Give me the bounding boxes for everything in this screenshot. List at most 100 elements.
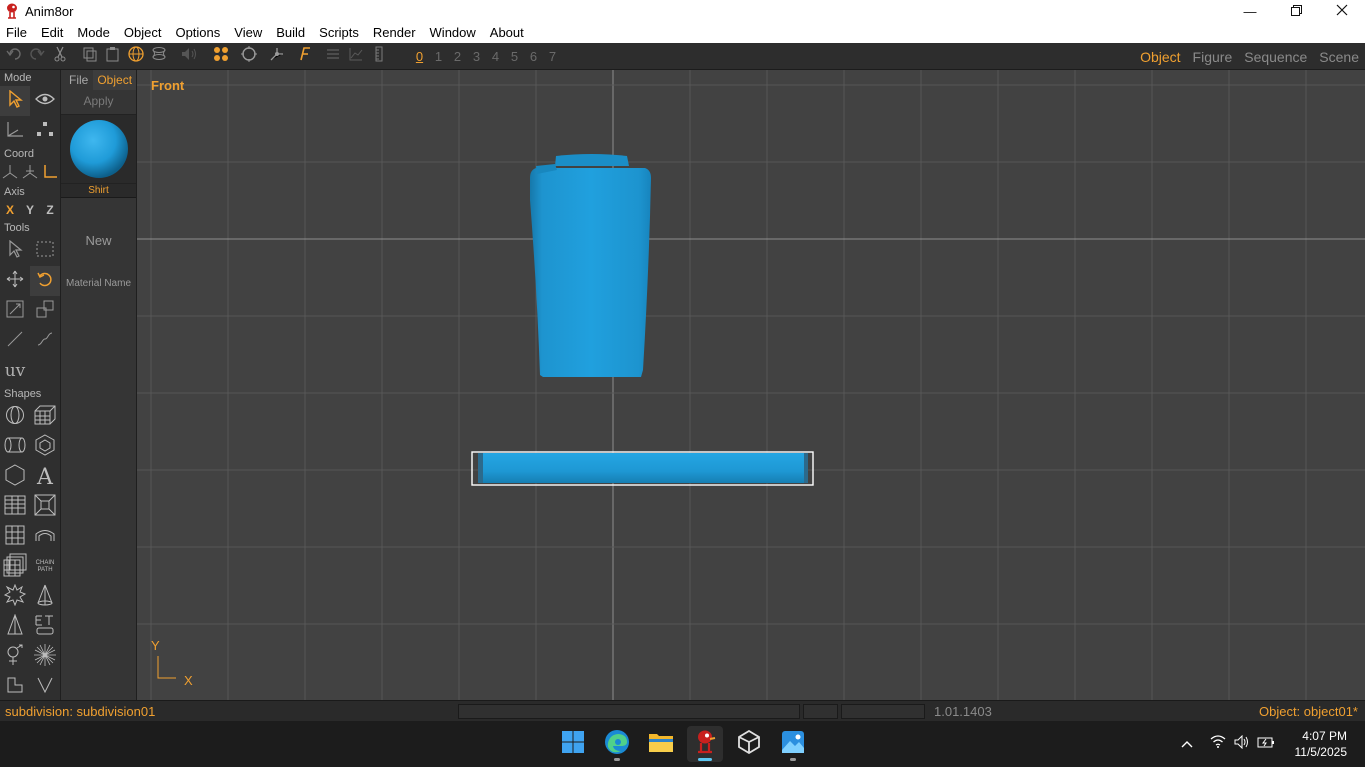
axis-mode-button[interactable] [0,116,30,146]
curve-tool-button[interactable] [30,326,60,356]
scale-tool-button[interactable] [0,296,30,326]
geosphere-shape-button[interactable] [30,432,60,462]
text-shape-button[interactable]: A [30,462,60,492]
sound-button[interactable] [178,45,200,67]
menu-render[interactable]: Render [366,22,423,43]
rotate-tool-button[interactable] [30,266,60,296]
burst-shape-button[interactable] [30,642,60,672]
menu-options[interactable]: Options [168,22,227,43]
apply-button[interactable]: Apply [61,90,136,112]
cone-shape-button[interactable] [30,582,60,612]
non-uniform-scale-button[interactable] [30,296,60,326]
sphere-tool-button[interactable] [125,45,147,67]
material-tab-file[interactable]: File [61,73,93,87]
coord-screen-button[interactable] [20,162,40,184]
drag-select-button[interactable] [30,236,60,266]
menu-object[interactable]: Object [117,22,169,43]
coord-object-button[interactable] [40,162,60,184]
unity-taskbar-button[interactable] [731,726,767,762]
frame-1[interactable]: 1 [429,49,448,64]
polygon-shape-button[interactable] [0,462,30,492]
frame-shape-button[interactable] [30,492,60,522]
plane-shape-button[interactable] [0,522,30,552]
cube-shape-button[interactable] [30,402,60,432]
frame-3[interactable]: 3 [467,49,486,64]
stacked-grid-button[interactable] [0,552,30,582]
photos-taskbar-button[interactable] [775,726,811,762]
selected-bar-object[interactable] [478,453,808,483]
points-button[interactable] [210,45,232,67]
menu-scripts[interactable]: Scripts [312,22,366,43]
joint-button[interactable] [266,45,288,67]
spike-shape-button[interactable] [0,612,30,642]
arrow-select-button[interactable] [0,86,30,116]
extra-shape-button-2[interactable] [30,672,60,700]
file-explorer-button[interactable] [643,726,679,762]
sphere-shape-button[interactable] [0,402,30,432]
axis-x-toggle[interactable]: X [0,203,20,217]
chain-path-label: CHAIN PATH [35,560,55,573]
viewport-front[interactable]: Front Y X [137,70,1365,700]
point-mode-button[interactable] [30,116,60,146]
maximize-button[interactable] [1273,0,1319,22]
rotate-view-button[interactable] [238,45,260,67]
menu-edit[interactable]: Edit [34,22,70,43]
function-button[interactable] [294,45,316,67]
frame-4[interactable]: 4 [486,49,505,64]
axis-y-toggle[interactable]: Y [20,203,40,217]
frame-0[interactable]: 0 [410,49,429,64]
close-button[interactable] [1319,0,1365,22]
graph-button[interactable] [345,45,367,67]
new-material-button[interactable]: New [61,233,136,248]
frame-5[interactable]: 5 [505,49,524,64]
axis-z-toggle[interactable]: Z [40,203,60,217]
battery-button[interactable] [1254,735,1278,753]
move-tool-button[interactable] [0,266,30,296]
lathe-tool-button[interactable] [148,45,170,67]
starburst-shape-button[interactable] [0,582,30,612]
coord-world-button[interactable] [0,162,20,184]
menu-about[interactable]: About [483,22,531,43]
menu-build[interactable]: Build [269,22,312,43]
paste-button[interactable] [102,45,124,67]
mode-tab-object[interactable]: Object [1134,49,1186,65]
menu-mode[interactable]: Mode [70,22,117,43]
cut-button[interactable] [49,45,71,67]
mode-tab-figure[interactable]: Figure [1187,49,1239,65]
figure-symbol-button[interactable] [0,642,30,672]
material-swatch[interactable] [61,114,136,184]
system-clock[interactable]: 4:07 PM 11/5/2025 [1295,728,1348,760]
copy-button[interactable] [79,45,101,67]
mode-tab-sequence[interactable]: Sequence [1238,49,1313,65]
line-tool-button[interactable] [0,326,30,356]
frame-6[interactable]: 6 [524,49,543,64]
letters-tool-button[interactable] [30,612,60,642]
wifi-button[interactable] [1206,735,1230,753]
material-tab-object[interactable]: Object [93,70,137,90]
arch-shape-button[interactable] [30,522,60,552]
frame-2[interactable]: 2 [448,49,467,64]
menu-view[interactable]: View [227,22,269,43]
mode-tab-scene[interactable]: Scene [1313,49,1365,65]
frame-7[interactable]: 7 [543,49,562,64]
view-mode-button[interactable] [30,86,60,116]
minimize-button[interactable]: — [1227,0,1273,22]
anim8or-taskbar-button[interactable] [687,726,723,762]
start-button[interactable] [555,726,591,762]
edge-taskbar-button[interactable] [599,726,635,762]
chain-path-button[interactable]: CHAIN PATH [30,552,60,582]
uv-tool-button[interactable]: uv [0,356,30,386]
redo-button[interactable] [26,45,48,67]
volume-button[interactable] [1230,734,1254,754]
undo-button[interactable] [3,45,25,67]
ruler-button[interactable] [368,45,390,67]
select-tool-button[interactable] [0,236,30,266]
extra-shape-button[interactable] [0,672,30,700]
tray-overflow-button[interactable] [1176,735,1198,753]
menu-file[interactable]: File [0,22,34,43]
shirt-object[interactable] [530,168,651,377]
cylinder-shape-button[interactable] [0,432,30,462]
list-button[interactable] [322,45,344,67]
menu-window[interactable]: Window [423,22,483,43]
grid-shape-button[interactable] [0,492,30,522]
